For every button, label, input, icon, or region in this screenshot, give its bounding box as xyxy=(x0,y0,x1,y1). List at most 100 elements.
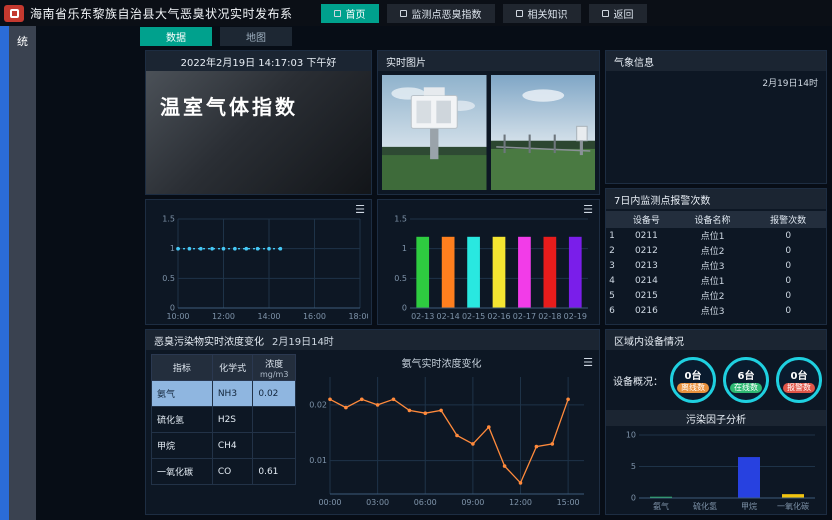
app-header: 海南省乐东黎族自治县大气恶臭状况实时发布系 首页 监测点恶臭指数 相关知识 返回 xyxy=(0,0,832,26)
home-icon xyxy=(334,10,341,17)
col-concentration: 浓度 mg/m3 xyxy=(253,355,296,381)
table-cell: 点位2 xyxy=(675,243,751,258)
table-cell: 0212 xyxy=(618,243,675,258)
table-row[interactable]: 甲烷CH4 xyxy=(152,433,296,459)
col-device-name: 设备名称 xyxy=(675,211,751,228)
odor-body: 指标 化学式 浓度 mg/m3 氨气NH30.02硫化氢H2S甲烷CH4一氧化碳… xyxy=(146,350,599,514)
odor-title: 恶臭污染物实时浓度变化 xyxy=(154,333,264,348)
svg-text:18:00: 18:00 xyxy=(348,312,368,321)
back-icon xyxy=(602,10,609,17)
table-cell: 0.61 xyxy=(253,459,296,485)
dashboard-root: 海南省乐东黎族自治县大气恶臭状况实时发布系 首页 监测点恶臭指数 相关知识 返回… xyxy=(0,0,832,520)
svg-text:02-16: 02-16 xyxy=(487,312,510,321)
greenhouse-trend-panel: ☰ 00.511.510:0012:0014:0016:0018:00 xyxy=(145,199,372,325)
table-row[interactable]: 50215点位20 xyxy=(606,288,826,303)
tab-data[interactable]: 数据 xyxy=(140,27,212,46)
svg-text:12:00: 12:00 xyxy=(212,312,235,321)
svg-text:0.01: 0.01 xyxy=(309,456,327,465)
svg-text:一氧化碳: 一氧化碳 xyxy=(777,501,809,511)
table-cell: 0 xyxy=(750,228,826,243)
table-row[interactable]: 20212点位20 xyxy=(606,243,826,258)
nav-item-home[interactable]: 首页 xyxy=(321,4,379,23)
device-overview-label: 设备概况： xyxy=(613,373,663,388)
odor-table-body: 氨气NH30.02硫化氢H2S甲烷CH4一氧化碳CO0.61 xyxy=(152,381,296,485)
svg-text:0.02: 0.02 xyxy=(309,400,327,409)
chart-svg: 0.010.0200:0003:0006:0009:0012:0015:00 xyxy=(300,370,592,508)
menu-icon[interactable]: ☰ xyxy=(355,204,365,215)
table-cell: 0211 xyxy=(618,228,675,243)
table-cell: H2S xyxy=(212,407,253,433)
alarm-count-badge: 0台 报警数 xyxy=(776,357,822,403)
table-row[interactable]: 氨气NH30.02 xyxy=(152,381,296,407)
col-formula: 化学式 xyxy=(212,355,253,381)
table-row[interactable]: 40214点位10 xyxy=(606,273,826,288)
svg-text:14:00: 14:00 xyxy=(257,312,280,321)
ammonia-chart-header: 氨气实时浓度变化 ☰ xyxy=(300,354,593,370)
svg-text:06:00: 06:00 xyxy=(414,498,437,507)
alarms-table: 设备号 设备名称 报警次数 10211点位1020212点位2030213点位3… xyxy=(606,211,826,318)
table-row[interactable]: 一氧化碳CO0.61 xyxy=(152,459,296,485)
svg-text:0.5: 0.5 xyxy=(394,274,407,283)
weather-title: 气象信息 xyxy=(614,54,654,69)
col-device-id: 设备号 xyxy=(618,211,675,228)
svg-text:氨气: 氨气 xyxy=(653,501,669,511)
table-cell: 5 xyxy=(606,288,618,303)
main-nav: 首页 监测点恶臭指数 相关知识 返回 xyxy=(321,4,647,23)
table-cell: 点位1 xyxy=(675,228,751,243)
chart-svg: 00.511.502-1302-1402-1502-1602-1702-1802… xyxy=(380,212,596,322)
weather-body: 2月19日14时 xyxy=(606,71,826,183)
nav-item-odor-index[interactable]: 监测点恶臭指数 xyxy=(387,4,495,23)
table-row[interactable]: 硫化氢H2S xyxy=(152,407,296,433)
weekly-bars-panel: ☰ 00.511.502-1302-1402-1502-1602-1702-18… xyxy=(377,199,600,325)
svg-text:02-17: 02-17 xyxy=(513,312,536,321)
greenhouse-title: 温室气体指数 xyxy=(146,71,371,140)
nav-label: 首页 xyxy=(346,6,366,21)
table-cell: 4 xyxy=(606,273,618,288)
svg-text:1.5: 1.5 xyxy=(394,215,407,224)
greenhouse-panel: 2022年2月19日 14:17:03 下午好 温室气体指数 xyxy=(145,50,372,195)
table-row[interactable]: 60216点位30 xyxy=(606,303,826,318)
svg-text:00:00: 00:00 xyxy=(318,498,341,507)
svg-text:16:00: 16:00 xyxy=(303,312,326,321)
sidebar[interactable]: 统 xyxy=(9,26,36,520)
svg-text:0.5: 0.5 xyxy=(162,274,175,283)
greenhouse-body: 温室气体指数 xyxy=(146,71,371,194)
sidebar-label: 统 xyxy=(9,33,36,49)
unit-label: mg/m3 xyxy=(253,370,295,379)
device-overview: 设备概况： 0台 离线数 6台 在线数 0台 报警数 xyxy=(606,350,826,410)
svg-text:1.5: 1.5 xyxy=(162,215,175,224)
weather-time: 2月19日14时 xyxy=(762,79,818,89)
table-row[interactable]: 10211点位10 xyxy=(606,228,826,243)
col-alarm-count: 报警次数 xyxy=(750,211,826,228)
alarms-table-body: 10211点位1020212点位2030213点位3040214点位105021… xyxy=(606,228,826,318)
table-cell: 0 xyxy=(750,288,826,303)
svg-text:02-18: 02-18 xyxy=(538,312,561,321)
chart-svg: 0510氨气硫化氢甲烷一氧化碳 xyxy=(609,428,823,512)
book-icon xyxy=(516,10,523,17)
tab-map[interactable]: 地图 xyxy=(220,27,292,46)
factor-analysis-title: 污染因子分析 xyxy=(606,410,826,426)
svg-text:1: 1 xyxy=(402,244,407,253)
monitor-icon xyxy=(400,10,407,17)
odor-table: 指标 化学式 浓度 mg/m3 氨气NH30.02硫化氢H2S甲烷CH4一氧化碳… xyxy=(151,354,296,485)
svg-text:03:00: 03:00 xyxy=(366,498,389,507)
nav-item-back[interactable]: 返回 xyxy=(589,4,647,23)
table-cell: 3 xyxy=(606,258,618,273)
app-title: 海南省乐东黎族自治县大气恶臭状况实时发布系 xyxy=(30,5,293,22)
svg-text:02-19: 02-19 xyxy=(564,312,587,321)
menu-icon[interactable]: ☰ xyxy=(583,204,593,215)
left-accent-strip xyxy=(0,26,9,520)
table-cell: 2 xyxy=(606,243,618,258)
menu-icon[interactable]: ☰ xyxy=(583,357,593,368)
svg-text:0: 0 xyxy=(631,494,636,503)
table-row[interactable]: 30213点位30 xyxy=(606,258,826,273)
weather-panel: 气象信息 2月19日14时 xyxy=(605,50,827,184)
odor-panel: 恶臭污染物实时浓度变化 2月19日14时 指标 化学式 浓度 mg/m3 xyxy=(145,329,600,515)
table-cell: NH3 xyxy=(212,381,253,407)
photos-title: 实时图片 xyxy=(386,54,426,69)
nav-item-knowledge[interactable]: 相关知识 xyxy=(503,4,581,23)
odor-header: 恶臭污染物实时浓度变化 2月19日14时 xyxy=(146,330,599,350)
photos-panel: 实时图片 xyxy=(377,50,600,195)
table-cell: 0216 xyxy=(618,303,675,318)
table-cell: 0 xyxy=(750,258,826,273)
